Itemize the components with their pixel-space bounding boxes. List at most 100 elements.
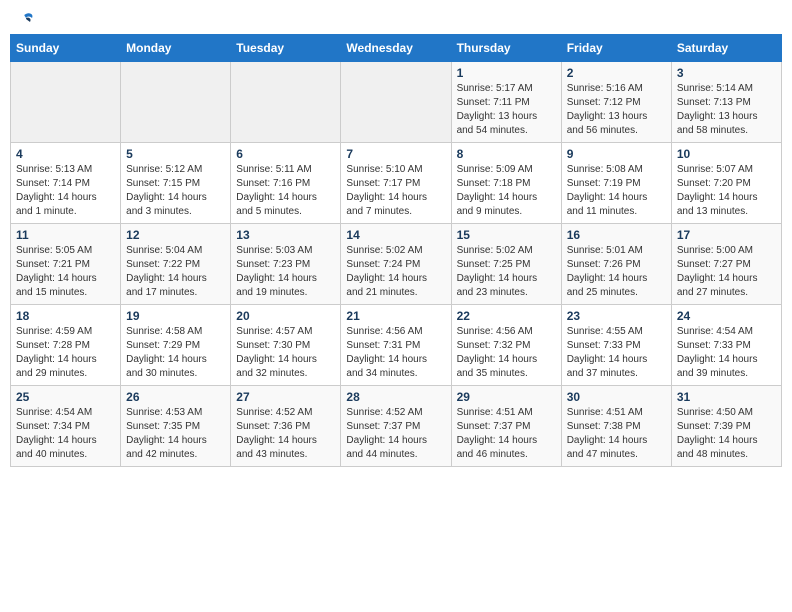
calendar-cell: 1 Sunrise: 5:17 AM Sunset: 7:11 PM Daylig… <box>451 62 561 143</box>
calendar-cell <box>341 62 451 143</box>
calendar-cell: 14 Sunrise: 5:02 AM Sunset: 7:24 PM Dayli… <box>341 224 451 305</box>
day-number: 5 <box>126 147 225 161</box>
calendar-row-4: 18 Sunrise: 4:59 AM Sunset: 7:28 PM Dayli… <box>11 305 782 386</box>
calendar-cell: 27Sunrise: 4:52 AM Sunset: 7:36 PM Dayli… <box>231 386 341 467</box>
day-info: Sunrise: 5:02 AM Sunset: 7:25 PM Dayligh… <box>457 244 556 300</box>
day-number: 24 <box>677 309 776 323</box>
day-info: Sunrise: 5:01 AM Sunset: 7:26 PM Dayligh… <box>567 244 666 300</box>
calendar-row-5: 25 Sunrise: 4:54 AM Sunset: 7:34 PM Dayli… <box>11 386 782 467</box>
day-info: Sunrise: 4:59 AM Sunset: 7:28 PM Dayligh… <box>16 325 115 381</box>
calendar-cell: 5 Sunrise: 5:12 AM Sunset: 7:15 PM Daylig… <box>121 143 231 224</box>
calendar-cell: 12Sunrise: 5:04 AM Sunset: 7:22 PM Dayli… <box>121 224 231 305</box>
day-info: Sunrise: 4:56 AM Sunset: 7:31 PM Dayligh… <box>346 325 445 381</box>
calendar-row-3: 11 Sunrise: 5:05 AM Sunset: 7:21 PM Dayli… <box>11 224 782 305</box>
day-number: 16 <box>567 228 666 242</box>
day-number: 10 <box>677 147 776 161</box>
logo-bird-icon <box>16 10 36 30</box>
calendar-cell: 6 Sunrise: 5:11 AM Sunset: 7:16 PM Daylig… <box>231 143 341 224</box>
day-number: 2 <box>567 66 666 80</box>
day-info: Sunrise: 5:09 AM Sunset: 7:18 PM Dayligh… <box>457 163 556 219</box>
day-number: 1 <box>457 66 556 80</box>
calendar-cell: 22 Sunrise: 4:56 AM Sunset: 7:32 PM Dayli… <box>451 305 561 386</box>
day-info: Sunrise: 5:02 AM Sunset: 7:24 PM Dayligh… <box>346 244 445 300</box>
day-number: 26 <box>126 390 225 404</box>
day-info: Sunrise: 5:12 AM Sunset: 7:15 PM Dayligh… <box>126 163 225 219</box>
calendar-row-1: 1 Sunrise: 5:17 AM Sunset: 7:11 PM Daylig… <box>11 62 782 143</box>
day-number: 17 <box>677 228 776 242</box>
calendar-cell: 3 Sunrise: 5:14 AM Sunset: 7:13 PM Daylig… <box>671 62 781 143</box>
day-info: Sunrise: 4:57 AM Sunset: 7:30 PM Dayligh… <box>236 325 335 381</box>
day-number: 11 <box>16 228 115 242</box>
day-info: Sunrise: 4:54 AM Sunset: 7:33 PM Dayligh… <box>677 325 776 381</box>
calendar-cell: 25 Sunrise: 4:54 AM Sunset: 7:34 PM Dayli… <box>11 386 121 467</box>
calendar-cell: 7Sunrise: 5:10 AM Sunset: 7:17 PM Daylig… <box>341 143 451 224</box>
calendar-cell: 8 Sunrise: 5:09 AM Sunset: 7:18 PM Daylig… <box>451 143 561 224</box>
calendar-cell: 15 Sunrise: 5:02 AM Sunset: 7:25 PM Dayli… <box>451 224 561 305</box>
weekday-header-tuesday: Tuesday <box>231 35 341 62</box>
day-info: Sunrise: 5:04 AM Sunset: 7:22 PM Dayligh… <box>126 244 225 300</box>
day-info: Sunrise: 4:52 AM Sunset: 7:36 PM Dayligh… <box>236 406 335 462</box>
calendar-table: SundayMondayTuesdayWednesdayThursdayFrid… <box>10 34 782 467</box>
weekday-header-row: SundayMondayTuesdayWednesdayThursdayFrid… <box>11 35 782 62</box>
day-info: Sunrise: 5:14 AM Sunset: 7:13 PM Dayligh… <box>677 82 776 138</box>
calendar-cell: 23 Sunrise: 4:55 AM Sunset: 7:33 PM Dayli… <box>561 305 671 386</box>
day-info: Sunrise: 4:55 AM Sunset: 7:33 PM Dayligh… <box>567 325 666 381</box>
day-info: Sunrise: 5:05 AM Sunset: 7:21 PM Dayligh… <box>16 244 115 300</box>
calendar-cell: 21 Sunrise: 4:56 AM Sunset: 7:31 PM Dayli… <box>341 305 451 386</box>
logo <box>14 10 36 26</box>
day-number: 25 <box>16 390 115 404</box>
day-info: Sunrise: 5:08 AM Sunset: 7:19 PM Dayligh… <box>567 163 666 219</box>
weekday-header-wednesday: Wednesday <box>341 35 451 62</box>
day-number: 28 <box>346 390 445 404</box>
day-number: 4 <box>16 147 115 161</box>
day-number: 31 <box>677 390 776 404</box>
day-info: Sunrise: 5:00 AM Sunset: 7:27 PM Dayligh… <box>677 244 776 300</box>
calendar-cell <box>11 62 121 143</box>
day-info: Sunrise: 4:56 AM Sunset: 7:32 PM Dayligh… <box>457 325 556 381</box>
calendar-cell: 13 Sunrise: 5:03 AM Sunset: 7:23 PM Dayli… <box>231 224 341 305</box>
calendar-cell: 28Sunrise: 4:52 AM Sunset: 7:37 PM Dayli… <box>341 386 451 467</box>
weekday-header-sunday: Sunday <box>11 35 121 62</box>
day-number: 9 <box>567 147 666 161</box>
day-info: Sunrise: 5:16 AM Sunset: 7:12 PM Dayligh… <box>567 82 666 138</box>
day-info: Sunrise: 4:58 AM Sunset: 7:29 PM Dayligh… <box>126 325 225 381</box>
day-number: 14 <box>346 228 445 242</box>
calendar-cell: 18 Sunrise: 4:59 AM Sunset: 7:28 PM Dayli… <box>11 305 121 386</box>
weekday-header-friday: Friday <box>561 35 671 62</box>
day-number: 22 <box>457 309 556 323</box>
day-info: Sunrise: 4:51 AM Sunset: 7:37 PM Dayligh… <box>457 406 556 462</box>
day-number: 18 <box>16 309 115 323</box>
day-number: 6 <box>236 147 335 161</box>
calendar-cell: 4 Sunrise: 5:13 AM Sunset: 7:14 PM Daylig… <box>11 143 121 224</box>
day-info: Sunrise: 4:53 AM Sunset: 7:35 PM Dayligh… <box>126 406 225 462</box>
day-number: 8 <box>457 147 556 161</box>
calendar-cell: 26 Sunrise: 4:53 AM Sunset: 7:35 PM Dayli… <box>121 386 231 467</box>
weekday-header-thursday: Thursday <box>451 35 561 62</box>
day-info: Sunrise: 4:54 AM Sunset: 7:34 PM Dayligh… <box>16 406 115 462</box>
day-info: Sunrise: 5:10 AM Sunset: 7:17 PM Dayligh… <box>346 163 445 219</box>
calendar-cell: 11 Sunrise: 5:05 AM Sunset: 7:21 PM Dayli… <box>11 224 121 305</box>
calendar-row-2: 4 Sunrise: 5:13 AM Sunset: 7:14 PM Daylig… <box>11 143 782 224</box>
day-number: 15 <box>457 228 556 242</box>
day-info: Sunrise: 5:11 AM Sunset: 7:16 PM Dayligh… <box>236 163 335 219</box>
calendar-cell: 9 Sunrise: 5:08 AM Sunset: 7:19 PM Daylig… <box>561 143 671 224</box>
calendar-cell: 16 Sunrise: 5:01 AM Sunset: 7:26 PM Dayli… <box>561 224 671 305</box>
day-info: Sunrise: 4:50 AM Sunset: 7:39 PM Dayligh… <box>677 406 776 462</box>
day-number: 21 <box>346 309 445 323</box>
calendar-cell: 20Sunrise: 4:57 AM Sunset: 7:30 PM Dayli… <box>231 305 341 386</box>
day-info: Sunrise: 5:13 AM Sunset: 7:14 PM Dayligh… <box>16 163 115 219</box>
day-info: Sunrise: 5:03 AM Sunset: 7:23 PM Dayligh… <box>236 244 335 300</box>
weekday-header-saturday: Saturday <box>671 35 781 62</box>
day-info: Sunrise: 5:17 AM Sunset: 7:11 PM Dayligh… <box>457 82 556 138</box>
day-number: 23 <box>567 309 666 323</box>
calendar-cell: 31 Sunrise: 4:50 AM Sunset: 7:39 PM Dayli… <box>671 386 781 467</box>
day-number: 13 <box>236 228 335 242</box>
day-number: 19 <box>126 309 225 323</box>
day-info: Sunrise: 5:07 AM Sunset: 7:20 PM Dayligh… <box>677 163 776 219</box>
day-info: Sunrise: 4:51 AM Sunset: 7:38 PM Dayligh… <box>567 406 666 462</box>
calendar-cell: 29Sunrise: 4:51 AM Sunset: 7:37 PM Dayli… <box>451 386 561 467</box>
day-number: 3 <box>677 66 776 80</box>
calendar-cell: 30Sunrise: 4:51 AM Sunset: 7:38 PM Dayli… <box>561 386 671 467</box>
page-header <box>10 10 782 26</box>
calendar-cell: 17 Sunrise: 5:00 AM Sunset: 7:27 PM Dayli… <box>671 224 781 305</box>
